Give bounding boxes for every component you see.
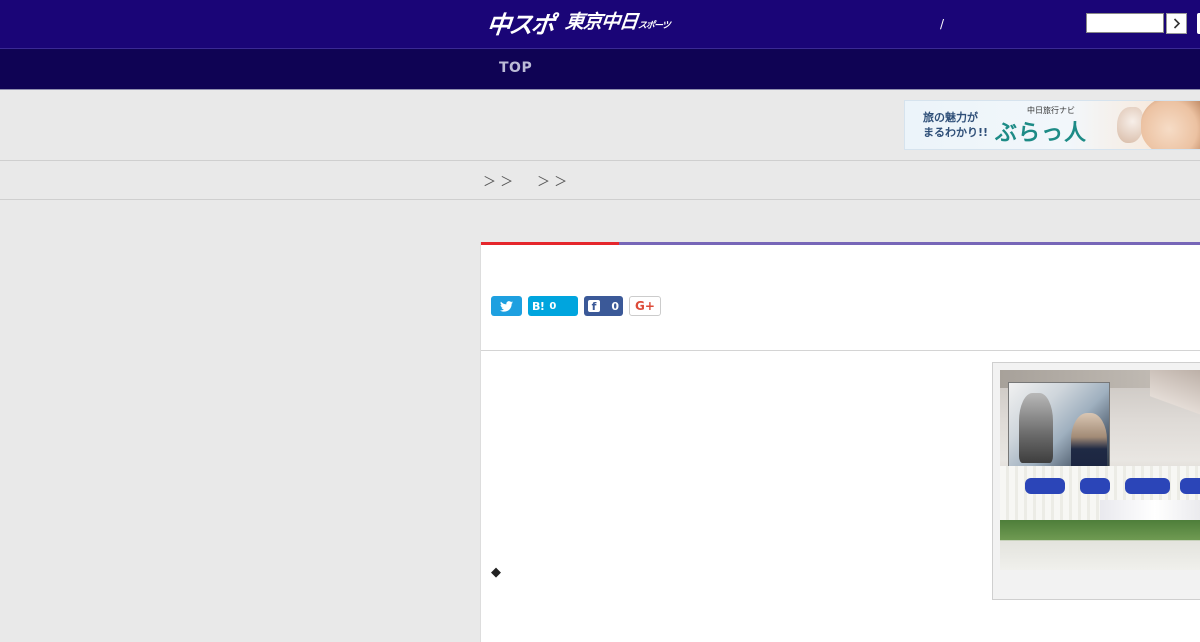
photo-blue-flowers-2 [1080,478,1110,494]
nav-item-top[interactable]: TOP [499,60,532,76]
main-nav: TOP [0,49,1200,90]
photo-green-base [1000,520,1200,570]
logo-sub-label: 東京中日 [564,11,639,33]
logo-sub-small: スポーツ [637,21,671,31]
ad-banner[interactable]: 旅の魅力が まるわかり!! 中日旅行ナビ ぶらっ人 [904,100,1200,150]
photo-blue-flowers-4 [1180,478,1200,494]
chevron-right-icon [1173,18,1180,29]
photo-portrait-panel [1008,382,1110,476]
breadcrumb-separator-1: ＞ ＞ [483,175,514,190]
ad-brand: ぶらっ人 [995,120,1088,146]
photo-blue-flowers-1 [1025,478,1065,494]
facebook-share-button[interactable]: f 0 [584,296,623,316]
facebook-share-count: 0 [611,299,619,313]
article-bullet: ◆ [491,565,501,580]
article-photo-frame [992,362,1200,600]
breadcrumb-separator-2: ＞ ＞ [537,175,568,190]
hatena-bookmark-count: 0 [549,300,557,312]
photo-curtain [1150,370,1200,430]
googleplus-share-button[interactable]: G+ [629,296,661,316]
search-input[interactable] [1086,13,1164,33]
article-accent-red [481,242,619,245]
logo-sub-text: 東京中日スポーツ [563,8,671,40]
hatena-bookmark-icon: B! [532,299,545,313]
article-divider [481,350,1200,351]
hatena-bookmark-button[interactable]: B! 0 [528,296,578,316]
site-header: 中スポ 東京中日スポーツ / [0,0,1200,49]
ad-shell-image [1117,107,1143,143]
ad-model-image [1141,101,1200,149]
header-separator: / [940,17,945,31]
facebook-icon: f [588,300,600,313]
article-photo[interactable] [1000,370,1200,570]
ad-copy: 旅の魅力が まるわかり!! [923,110,988,140]
logo-main-text: 中スポ [485,11,555,39]
photo-blue-flowers-3 [1125,478,1170,494]
twitter-share-button[interactable] [491,296,522,316]
breadcrumb: ＞ ＞ ＞ ＞ [0,160,1200,200]
ad-copy-line1: 旅の魅力が [923,111,978,124]
ad-copy-line2: まるわかり!! [923,126,989,139]
article-accent-purple [619,242,1200,245]
search-button[interactable] [1166,13,1187,34]
site-logo[interactable]: 中スポ 東京中日スポーツ [485,8,671,40]
photo-portrait-right [1071,413,1107,473]
google-plus-icon: G+ [635,299,655,313]
photo-portrait-left [1019,393,1053,463]
twitter-bird-icon [500,300,513,312]
